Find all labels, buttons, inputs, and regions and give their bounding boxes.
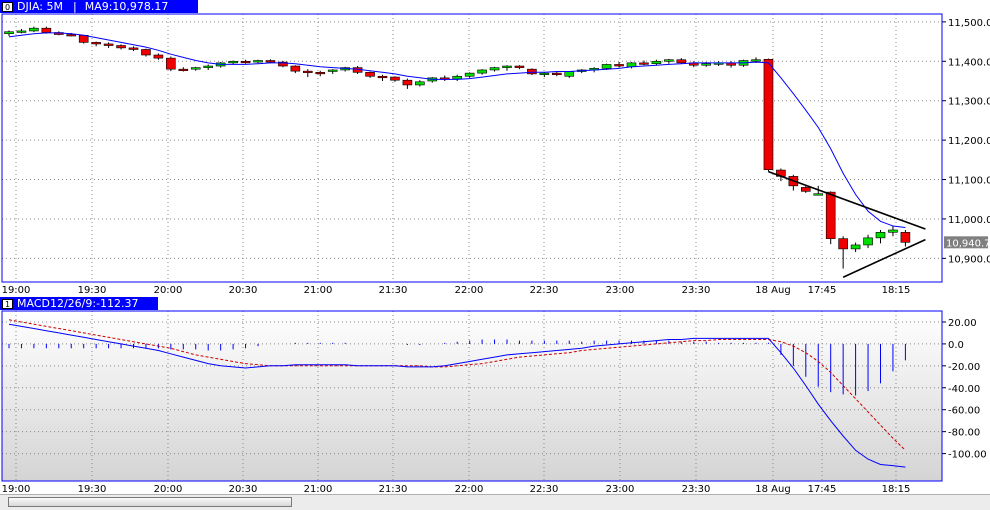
current-price-tag: 10,940.7 <box>944 236 990 249</box>
candle-down <box>240 60 251 64</box>
candle-down <box>365 72 375 77</box>
candle-down <box>116 45 126 49</box>
price-x-tick-label: 23:00 <box>606 285 635 296</box>
candle-up <box>664 59 674 62</box>
candle-up <box>701 63 712 66</box>
candle-down <box>763 59 774 170</box>
price-y-tick-label: 11,300.0 <box>948 97 990 108</box>
price-x-tick-label: 18 Aug <box>755 285 790 296</box>
macd-y-tick-label: -60.00 <box>948 406 980 417</box>
candle-up <box>203 65 213 68</box>
macd-y-tick-label: -80.00 <box>948 428 980 439</box>
candle-up <box>601 64 612 69</box>
candle-down <box>315 72 326 75</box>
candle-down <box>178 68 189 71</box>
candle-down <box>676 59 687 64</box>
macd-y-tick-label: -20.00 <box>948 362 980 373</box>
price-x-tick-label: 23:30 <box>682 285 711 296</box>
price-x-tick-label: 20:00 <box>154 285 183 296</box>
macd-y-axis: 20.00 0.0 -20.00 -40.00 -60.00 -80.00 -100.00 <box>942 318 987 461</box>
candle-up <box>502 65 512 68</box>
candle-up <box>651 60 662 64</box>
candle-up <box>751 59 761 62</box>
candle-up <box>863 237 873 246</box>
price-x-tick-label: 19:00 <box>2 285 31 296</box>
candle-down <box>390 76 400 81</box>
candle-down <box>302 70 313 73</box>
candle-down <box>800 187 811 192</box>
price-y-tick-label: 11,100.0 <box>948 176 990 187</box>
price-y-tick-label: 11,000.0 <box>948 215 990 226</box>
candle-down <box>614 64 624 67</box>
horizontal-scrollbar[interactable] <box>8 497 292 507</box>
candle-up <box>888 229 898 233</box>
candle-down <box>838 238 848 250</box>
candle-up <box>850 244 861 250</box>
price-x-tick-label: 18:15 <box>882 285 911 296</box>
candle-down <box>402 79 413 86</box>
candle-down <box>103 43 114 46</box>
macd-plot-area <box>2 311 942 481</box>
candle-up <box>4 31 14 35</box>
candle-down <box>290 65 301 72</box>
candle-down <box>66 34 77 37</box>
candle-up <box>415 81 425 86</box>
candle-up <box>477 69 487 74</box>
candle-down <box>153 54 164 59</box>
candle-down <box>900 232 911 243</box>
candle-down <box>377 75 388 79</box>
candle-down <box>639 62 649 65</box>
price-x-tick-label: 20:30 <box>229 285 258 296</box>
price-x-tick-label: 22:30 <box>530 285 559 296</box>
price-x-tick-label: 21:00 <box>304 285 333 296</box>
chart-canvas[interactable]: 11,500.0 11,400.0 11,300.0 11,200.0 11,100.0… <box>0 0 990 496</box>
current-price-label: 10,940.7 <box>946 238 990 249</box>
price-x-tick-label: 19:30 <box>78 285 107 296</box>
candle-up <box>253 60 263 63</box>
candle-up <box>813 193 824 196</box>
candle-down <box>141 49 151 56</box>
macd-y-tick-label: -40.00 <box>948 384 980 395</box>
candle-up <box>875 232 886 239</box>
candle-up <box>464 72 475 77</box>
candle-down <box>128 47 139 50</box>
candle-up <box>228 60 238 64</box>
candle-up <box>489 67 500 71</box>
candle-down <box>825 191 836 239</box>
candle-down <box>166 57 176 70</box>
macd-y-tick-label: -100.00 <box>948 450 987 461</box>
candle-up <box>16 30 27 33</box>
candle-up <box>564 71 575 77</box>
macd-y-tick-label: 20.00 <box>948 318 977 329</box>
price-y-axis: 11,500.0 11,400.0 11,300.0 11,200.0 11,100.0… <box>942 18 990 265</box>
macd-y-tick-label: 0.0 <box>948 340 964 351</box>
candle-up <box>29 27 39 32</box>
candle-down <box>41 27 52 33</box>
price-y-tick-label: 11,200.0 <box>948 136 990 147</box>
candle-down <box>91 42 101 45</box>
candle-up <box>190 67 201 70</box>
price-y-tick-label: 11,400.0 <box>948 57 990 68</box>
price-y-tick-label: 10,900.0 <box>948 254 990 265</box>
price-x-tick-label: 17:45 <box>808 285 837 296</box>
candle-down <box>551 72 562 75</box>
candle-down <box>265 60 276 63</box>
candle-up <box>327 69 338 72</box>
candle-up <box>539 72 550 75</box>
price-x-axis: 19:00 19:30 20:00 20:30 21:00 21:30 22:00 22:30… <box>2 285 911 296</box>
price-x-tick-label: 21:30 <box>379 285 408 296</box>
price-x-tick-label: 22:00 <box>455 285 484 296</box>
candle-up <box>452 75 463 80</box>
price-y-tick-label: 11,500.0 <box>948 18 990 29</box>
candle-down <box>514 65 525 68</box>
candle-down <box>527 68 537 75</box>
